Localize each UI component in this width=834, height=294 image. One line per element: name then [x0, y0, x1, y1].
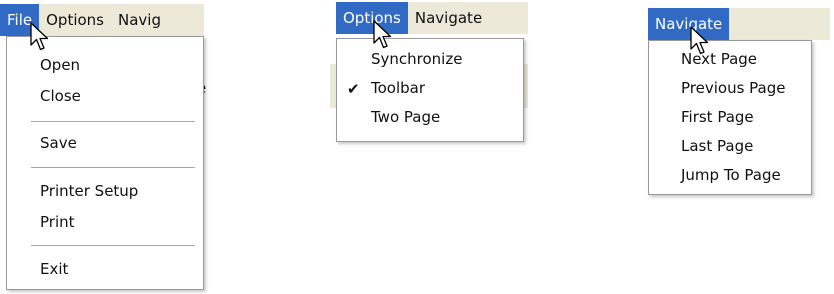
mouse-cursor-icon	[30, 22, 49, 51]
navigate-menu-dropdown: Next Page Previous Page First Page Last …	[648, 40, 812, 195]
menu-item-two-page[interactable]: Two Page	[371, 103, 440, 131]
menu-item-printer-setup[interactable]: Printer Setup	[40, 177, 138, 205]
menu-item-last-page[interactable]: Last Page	[681, 132, 753, 160]
menu-separator	[31, 245, 195, 246]
options-menu-dropdown: Synchronize ✔ Toolbar Two Page	[336, 38, 524, 142]
menubar-options[interactable]: Options	[336, 2, 408, 34]
menu-separator	[31, 121, 195, 122]
menubar-navigate[interactable]: Navigate	[648, 8, 730, 40]
options-panel-menubar: Options Navigate	[336, 2, 528, 34]
menu-item-save[interactable]: Save	[40, 129, 77, 157]
file-menu-dropdown: Open Close Save Printer Setup Print Exit	[6, 36, 204, 290]
navigate-panel-menubar: Navigate	[648, 8, 830, 40]
menu-item-open[interactable]: Open	[40, 51, 80, 79]
menu-item-toolbar[interactable]: Toolbar	[371, 74, 425, 102]
mouse-cursor-icon	[373, 20, 392, 49]
checkmark-icon: ✔	[347, 80, 360, 98]
menubar-navigate[interactable]: Navig	[111, 4, 168, 36]
menu-item-previous-page[interactable]: Previous Page	[681, 74, 785, 102]
mouse-cursor-icon	[690, 26, 709, 55]
menu-separator	[31, 167, 195, 168]
menu-item-exit[interactable]: Exit	[40, 255, 68, 283]
menu-item-print[interactable]: Print	[40, 208, 75, 236]
menu-item-jump-to-page[interactable]: Jump To Page	[681, 161, 781, 189]
menu-item-close[interactable]: Close	[40, 82, 81, 110]
menubar-navigate[interactable]: Navigate	[408, 2, 489, 34]
menu-item-first-page[interactable]: First Page	[681, 103, 754, 131]
